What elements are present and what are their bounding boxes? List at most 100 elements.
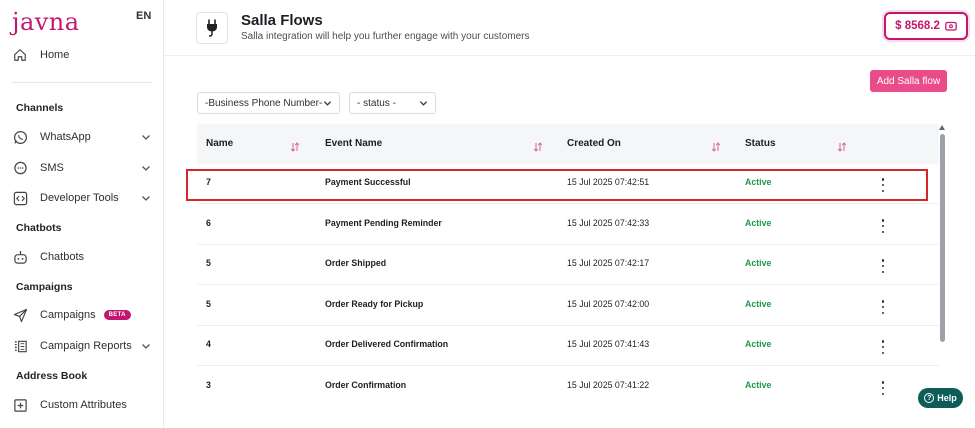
sidebar-item-label: Home — [40, 49, 70, 61]
section-heading-campaigns: Campaigns — [16, 281, 73, 293]
select-value: - status - — [357, 97, 396, 109]
status-badge: Active — [745, 258, 772, 268]
chevron-down-icon — [323, 99, 332, 108]
table-row[interactable]: 4 Order Delivered Confirmation 15 Jul 20… — [197, 326, 939, 366]
send-icon — [12, 307, 28, 323]
sidebar-item-campaign-reports[interactable]: Campaign Reports — [12, 335, 152, 357]
chevron-down-icon[interactable] — [140, 131, 152, 143]
add-salla-flow-button[interactable]: Add Salla flow — [870, 70, 947, 92]
more-options-icon[interactable] — [881, 178, 885, 192]
sidebar: javna EN Home Channels WhatsApp SMS Deve… — [0, 0, 164, 428]
sort-icon[interactable] — [533, 139, 543, 152]
robot-icon — [12, 249, 28, 265]
section-heading-chatbots: Chatbots — [16, 222, 62, 234]
sidebar-item-chatbots[interactable]: Chatbots — [12, 246, 152, 268]
column-header-event-name: Event Name — [325, 138, 383, 149]
sort-icon[interactable] — [290, 139, 300, 152]
wallet-icon — [945, 21, 957, 31]
status-select[interactable]: - status - — [349, 92, 436, 114]
status-badge: Active — [745, 218, 772, 228]
whatsapp-icon — [12, 129, 28, 145]
more-options-icon[interactable] — [881, 300, 885, 314]
sidebar-item-campaigns[interactable]: Campaigns BETA — [12, 304, 152, 326]
cell-created-on: 15 Jul 2025 07:42:00 — [567, 299, 650, 309]
sidebar-item-whatsapp[interactable]: WhatsApp — [12, 126, 152, 148]
vertical-scrollbar[interactable] — [940, 134, 945, 342]
status-badge: Active — [745, 177, 772, 187]
balance-amount: $ 8568.2 — [895, 20, 940, 32]
section-heading-channels: Channels — [16, 102, 64, 114]
cell-created-on: 15 Jul 2025 07:41:43 — [567, 339, 650, 349]
cell-event-name: Order Delivered Confirmation — [325, 339, 449, 349]
cell-event-name: Order Shipped — [325, 258, 387, 268]
sidebar-item-label: Developer Tools — [40, 192, 119, 204]
beta-badge: BETA — [103, 310, 131, 320]
table-row[interactable]: 5 Order Shipped 15 Jul 2025 07:42:17 Act… — [197, 245, 939, 285]
sidebar-item-developer-tools[interactable]: Developer Tools — [12, 187, 152, 209]
section-heading-address-book: Address Book — [16, 370, 88, 382]
chevron-down-icon — [419, 99, 428, 108]
sort-icon[interactable] — [711, 139, 721, 152]
select-value: -Business Phone Number- — [205, 97, 323, 109]
table-header: Name Event Name Created On Status — [197, 124, 939, 164]
cell-created-on: 15 Jul 2025 07:42:17 — [567, 258, 650, 268]
more-options-icon[interactable] — [881, 219, 885, 233]
status-badge: Active — [745, 380, 772, 390]
plug-icon — [196, 12, 228, 44]
sidebar-item-label: Chatbots — [40, 251, 85, 263]
table-row[interactable]: 5 Order Ready for Pickup 15 Jul 2025 07:… — [197, 286, 939, 326]
more-options-icon[interactable] — [881, 381, 885, 395]
sidebar-item-label: Campaign Reports — [40, 340, 132, 352]
chevron-down-icon[interactable] — [140, 162, 152, 174]
status-badge: Active — [745, 339, 772, 349]
sidebar-item-label: WhatsApp — [40, 131, 91, 143]
cell-name: 7 — [206, 177, 211, 187]
cell-event-name: Order Confirmation — [325, 380, 407, 390]
table-row[interactable]: 3 Order Confirmation 15 Jul 2025 07:41:2… — [197, 367, 939, 407]
table-row[interactable]: 7 Payment Successful 15 Jul 2025 07:42:5… — [197, 164, 939, 204]
sidebar-item-home[interactable]: Home — [12, 44, 152, 66]
chat-bubble-icon — [12, 160, 28, 176]
table-row[interactable]: 6 Payment Pending Reminder 15 Jul 2025 0… — [197, 205, 939, 245]
column-header-created-on: Created On — [567, 138, 621, 149]
sidebar-item-custom-attributes[interactable]: Custom Attributes — [12, 394, 152, 416]
page-subtitle: Salla integration will help you further … — [241, 31, 530, 42]
sidebar-item-label: SMS — [40, 162, 64, 174]
question-icon: ? — [924, 393, 935, 403]
help-button[interactable]: ? Help — [918, 388, 963, 408]
javna-logo[interactable]: javna — [12, 8, 80, 36]
sidebar-item-label: Campaigns — [40, 309, 96, 321]
cell-name: 5 — [206, 258, 211, 268]
language-switch[interactable]: EN — [136, 10, 151, 22]
column-header-name: Name — [206, 138, 234, 149]
sidebar-item-label: Custom Attributes — [40, 399, 127, 411]
add-box-icon — [12, 397, 28, 413]
sidebar-item-sms[interactable]: SMS — [12, 157, 152, 179]
cell-created-on: 15 Jul 2025 07:42:51 — [567, 177, 650, 187]
cell-name: 4 — [206, 339, 211, 349]
business-phone-select[interactable]: -Business Phone Number- — [197, 92, 340, 114]
status-badge: Active — [745, 299, 772, 309]
cell-event-name: Order Ready for Pickup — [325, 299, 424, 309]
page-header: Salla Flows Salla integration will help … — [164, 0, 975, 56]
cell-name: 3 — [206, 380, 211, 390]
scroll-up-arrow[interactable] — [939, 125, 945, 130]
more-options-icon[interactable] — [881, 340, 885, 354]
page-title: Salla Flows — [241, 12, 323, 29]
cell-name: 5 — [206, 299, 211, 309]
cell-name: 6 — [206, 218, 211, 228]
help-label: Help — [937, 393, 957, 403]
wallet-balance[interactable]: $ 8568.2 — [884, 12, 968, 40]
chevron-down-icon[interactable] — [140, 340, 152, 352]
code-icon — [12, 190, 28, 206]
cell-created-on: 15 Jul 2025 07:42:33 — [567, 218, 650, 228]
cell-event-name: Payment Successful — [325, 177, 411, 187]
home-icon — [12, 47, 28, 63]
cell-event-name: Payment Pending Reminder — [325, 218, 442, 228]
more-options-icon[interactable] — [881, 259, 885, 273]
cell-created-on: 15 Jul 2025 07:41:22 — [567, 380, 650, 390]
sort-icon[interactable] — [837, 139, 847, 152]
chevron-down-icon[interactable] — [140, 192, 152, 204]
column-header-status: Status — [745, 138, 776, 149]
report-icon — [12, 338, 28, 354]
